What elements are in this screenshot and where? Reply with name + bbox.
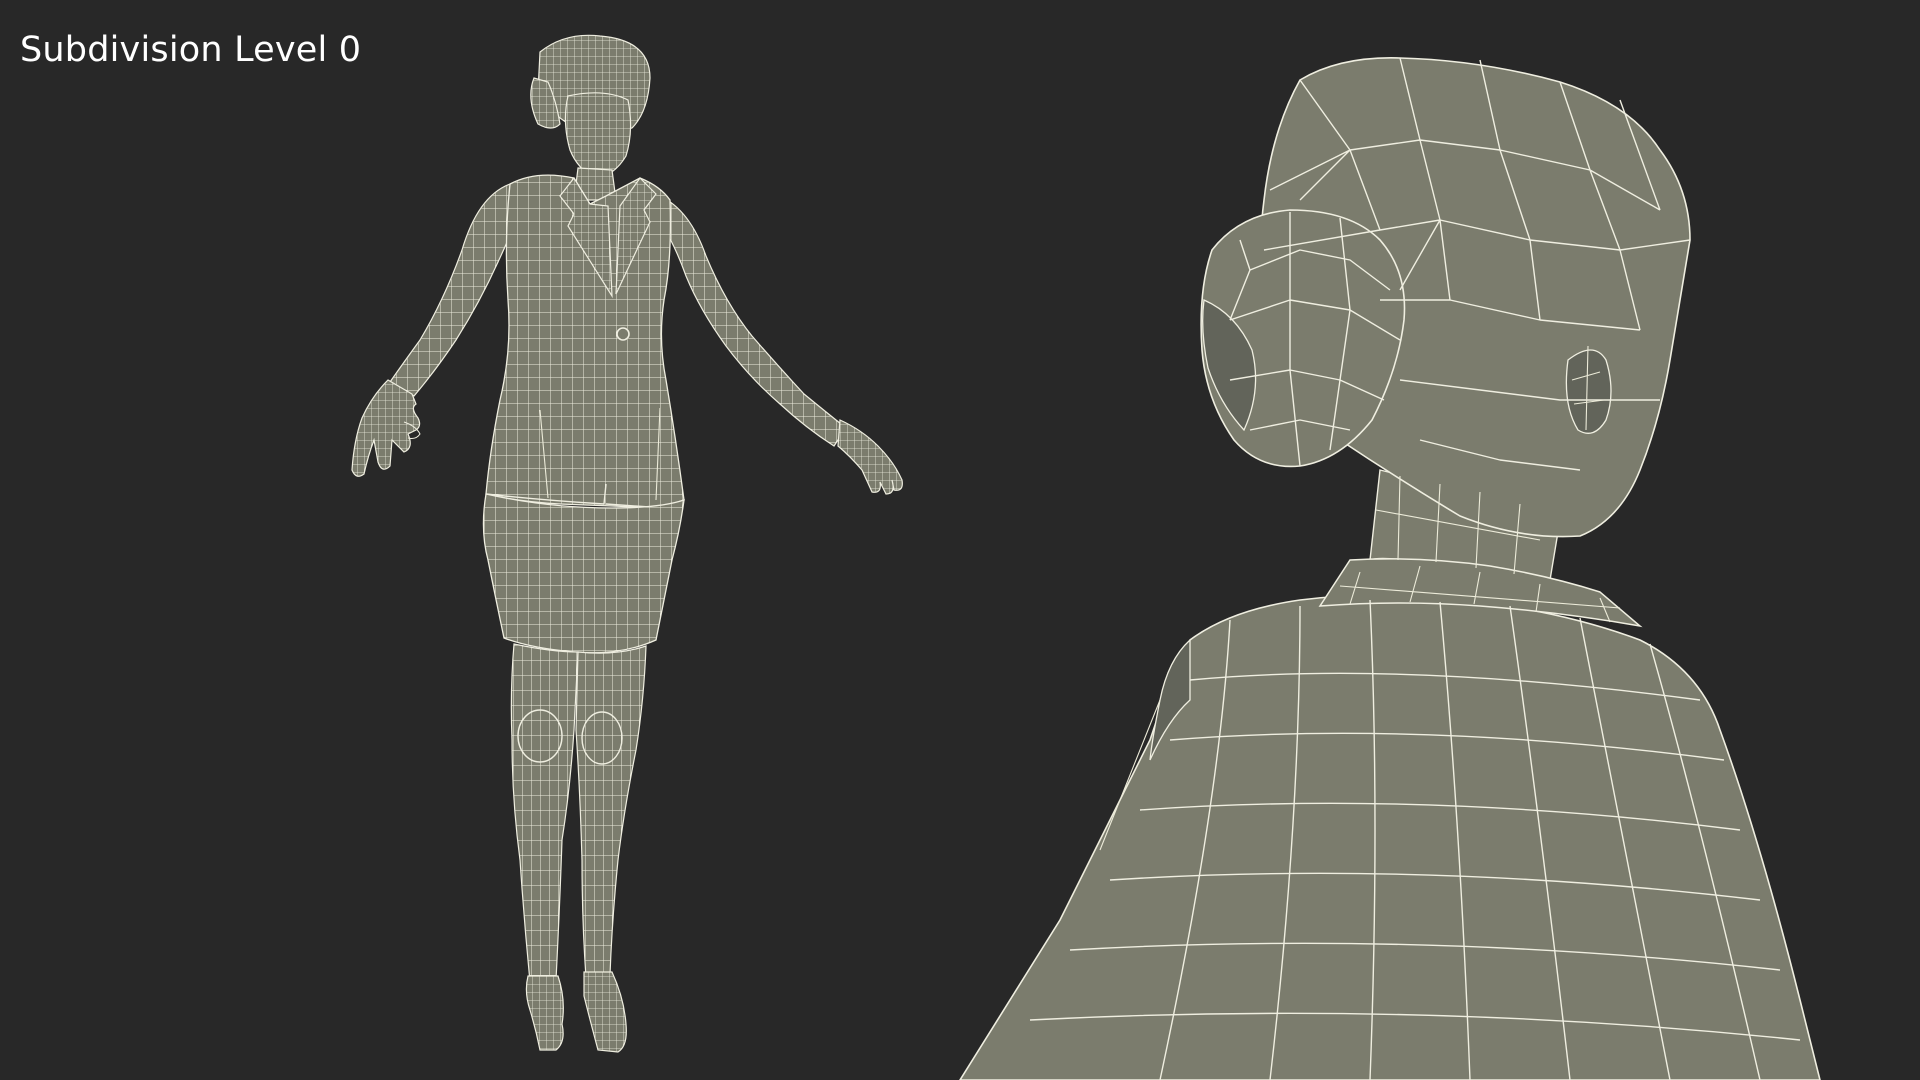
wireframe-head-closeup [959, 57, 1821, 1080]
wireframe-figure [351, 34, 903, 1053]
render-canvas [351, 34, 1821, 1080]
render-viewport: Subdivision Level 0 [0, 0, 1920, 1080]
